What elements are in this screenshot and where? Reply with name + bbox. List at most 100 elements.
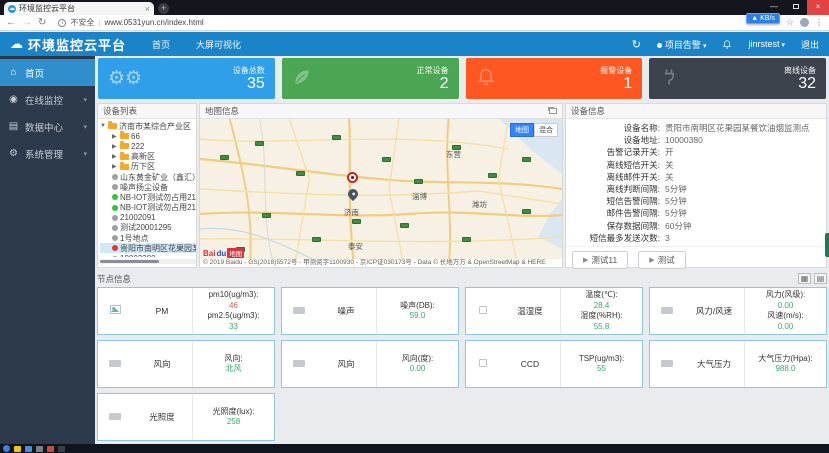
forward-icon[interactable]: →	[22, 17, 32, 28]
node-card-wind-power-speed[interactable]: 风力/风速 风力(风级): 0.00 风速(m/s): 0.00	[649, 287, 827, 335]
sensor-icon	[109, 359, 121, 367]
tree-folder[interactable]: ▶ 222	[100, 141, 196, 151]
tree-device[interactable]: 山东黄金矿业（鑫汇）	[100, 172, 196, 182]
sensor-icon	[479, 305, 487, 314]
reload-icon[interactable]: ↻	[38, 17, 46, 28]
taskbar-app-icon[interactable]	[58, 445, 65, 452]
node-card-pressure[interactable]: 大气压力 大气压力(Hpa): 988.0	[649, 340, 827, 388]
tree-device[interactable]: 10002388	[100, 253, 196, 257]
leaf-icon	[292, 67, 312, 91]
site-info-icon[interactable]: i	[58, 18, 67, 27]
sensor-icon	[479, 358, 487, 367]
back-icon[interactable]: ←	[6, 17, 16, 28]
info-label: 离线判断间隔:	[606, 183, 660, 194]
expand-window-icon[interactable]	[549, 108, 557, 114]
alarm-devices-count: 1	[623, 75, 633, 92]
node-card-temp-humidity[interactable]: 温湿度 温度(℃): 28.4 湿度(%RH): 55.8	[465, 287, 643, 335]
chevron-down-icon: ▾	[83, 150, 87, 158]
tree-device[interactable]: NB-IOT测试勿占用21	[100, 192, 196, 202]
map-attribution: © 2019 Baidu - GS(2018)5572号 - 甲测资字11009…	[200, 259, 562, 267]
scrollbar-thumb[interactable]	[100, 260, 159, 263]
status-dot-offline	[112, 174, 118, 181]
folder-icon	[120, 151, 129, 160]
bookmark-star-icon[interactable]: ☆	[786, 17, 794, 28]
status-dot-online	[112, 194, 118, 201]
sidebar-item-monitoring[interactable]: ◉ 在线监控 ▾	[0, 86, 95, 113]
node-card-pm[interactable]: PM pm10(ug/m3): 46 pm2.5(ug/m3): 33	[97, 287, 275, 335]
tab-close-icon[interactable]: ×	[145, 4, 150, 13]
caret-right-icon[interactable]: ▶	[112, 163, 118, 170]
play-icon: ▶	[583, 256, 589, 264]
taskbar-app-icon[interactable]	[47, 445, 54, 452]
node-card-wind-direction[interactable]: 风向 风向: 北风	[97, 340, 275, 388]
horizontal-scrollbar[interactable]	[98, 259, 196, 264]
browser-menu-icon[interactable]: ⋮	[815, 18, 823, 27]
stat-card-normal-devices: 正常设备 2	[281, 58, 459, 99]
nav-bigscreen[interactable]: 大屏可视化	[196, 38, 241, 51]
new-tab-button[interactable]: +	[158, 3, 169, 14]
caret-right-icon[interactable]: ▶	[112, 153, 118, 160]
caret-right-icon[interactable]: ▶	[112, 133, 118, 140]
tree-device[interactable]: 1号地点	[100, 233, 196, 243]
node-card-wind-degree[interactable]: 风向 风向(度): 0.00	[281, 340, 459, 388]
download-speed-badge[interactable]: ▲ KB/s	[746, 13, 780, 24]
tree-device[interactable]: NB-IOT测试勿占用21	[100, 203, 196, 213]
test11-button[interactable]: ▶ 测试11	[572, 250, 629, 269]
taskbar-app-icon[interactable]	[14, 445, 21, 452]
tree-device[interactable]: 21002091	[100, 213, 196, 223]
logout-button[interactable]: 退出	[801, 38, 819, 51]
alarm-dropdown[interactable]: 项目告警 ▾	[656, 38, 706, 51]
status-dot-offline	[112, 224, 118, 231]
list-view-icon[interactable]: ▤	[814, 273, 827, 284]
sidebar-item-home[interactable]: ⌂ 首页	[0, 59, 95, 86]
device-info-panel: 设备信息 设备名称: 贵阳市南明区花果园某餐饮油烟监测点 设备地址: 1000038…	[565, 103, 827, 269]
node-card-noise[interactable]: 噪声 噪声(DB): 59.0	[281, 287, 459, 335]
stat-card-total-devices: ⚙⚙ 设备总数 35	[98, 58, 275, 99]
road-shield-icon	[522, 209, 531, 214]
user-menu[interactable]: jinrstest ▾	[748, 39, 785, 49]
map-type-hybrid-button[interactable]: 混合	[534, 123, 558, 137]
tree-device-selected[interactable]: 贵阳市南明区花果园某	[100, 243, 196, 254]
nav-home[interactable]: 首页	[152, 38, 170, 51]
baidu-map[interactable]: 东营 淄博 潍坊 济南 泰安 地图 混合 Bai du 地图 © 2019 Baid…	[200, 119, 562, 267]
node-card-ccd[interactable]: CCD TSP(ug/m3): 55	[465, 340, 643, 388]
window-close-button[interactable]: ×	[807, 0, 829, 15]
feedback-side-tab[interactable]	[825, 233, 829, 257]
pressure-value: 988.0	[775, 364, 796, 373]
sidebar-item-datacenter[interactable]: ▤ 数据中心 ▾	[0, 113, 95, 140]
broken-image-icon	[109, 305, 121, 314]
tree-device[interactable]: 噪声扬尘设备	[100, 182, 196, 192]
info-label: 短信最多发送次数:	[589, 232, 660, 243]
caret-down-icon[interactable]: ▼	[100, 123, 106, 129]
test-button[interactable]: ▶ 测试	[638, 250, 686, 269]
start-button[interactable]	[3, 445, 10, 452]
address-input[interactable]: i 不安全 | www.0531yun.cn/index.html	[52, 16, 741, 29]
browser-profile-avatar[interactable]	[800, 18, 809, 27]
taskbar-app-icon[interactable]	[36, 445, 43, 452]
road-shield-icon	[488, 173, 497, 178]
status-dot-online	[112, 204, 118, 211]
device-list-panel: 设备列表 ▼ 济南市某综合产业区 ▶ 66 ▶ 222 ▶ 高新区 ▶ 历下区 山东黄金矿…	[97, 103, 197, 268]
gears-icon: ⚙⚙	[108, 68, 143, 89]
taskbar-app-icon[interactable]	[25, 445, 32, 452]
grid-view-icon[interactable]: ▦	[798, 273, 811, 284]
window-maximize-button[interactable]	[785, 0, 807, 15]
refresh-icon[interactable]: ↻	[632, 38, 641, 51]
alarm-map-marker[interactable]	[347, 172, 358, 183]
map-type-map-button[interactable]: 地图	[510, 123, 534, 137]
tree-folder[interactable]: ▶ 历下区	[100, 161, 196, 172]
node-card-illuminance[interactable]: 光照度 光照度(lux): 258	[97, 393, 275, 441]
tree-folder[interactable]: ▶ 高新区	[100, 151, 196, 162]
caret-right-icon[interactable]: ▶	[112, 143, 118, 150]
tree-device[interactable]: 测试20001295	[100, 223, 196, 233]
sidebar: ⌂ 首页 ◉ 在线监控 ▾ ▤ 数据中心 ▾ ⚙ 系统管理 ▾	[0, 56, 95, 444]
road-shield-icon	[352, 219, 361, 224]
stat-card-offline-devices: 离线设备 32	[649, 58, 826, 99]
tree-root-folder[interactable]: ▼ 济南市某综合产业区	[100, 121, 196, 131]
tree-folder[interactable]: ▶ 66	[100, 131, 196, 141]
bell-icon[interactable]	[722, 39, 732, 50]
wind-direction-value: 北风	[225, 364, 242, 373]
brand-cloud-icon: ☁	[10, 36, 23, 51]
browser-tab[interactable]: ☁ 环境监控云平台 ×	[4, 2, 154, 15]
sidebar-item-system[interactable]: ⚙ 系统管理 ▾	[0, 140, 95, 167]
